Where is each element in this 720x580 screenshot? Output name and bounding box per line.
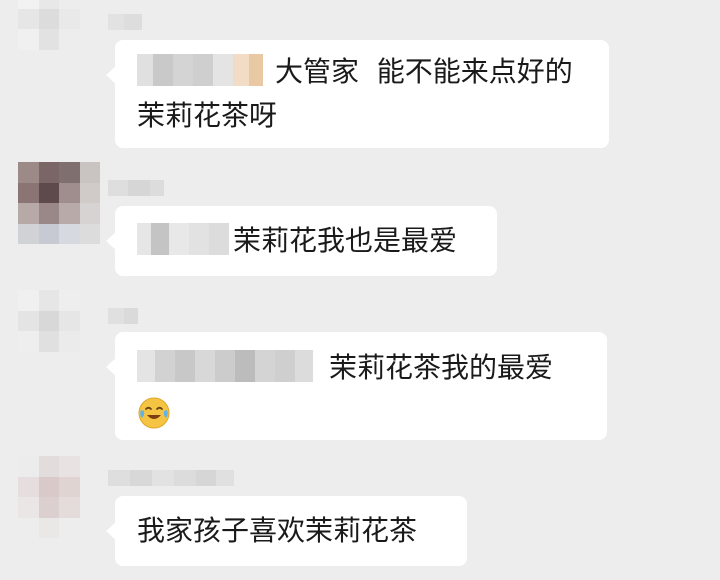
message-bubble[interactable]: 大管家 能不能来点好的 茉莉花茶呀: [106, 40, 609, 148]
message-bubble[interactable]: 茉莉花茶我的最爱: [106, 332, 607, 440]
sender-name: [108, 14, 142, 30]
message-text: 我家孩子喜欢茉莉花茶: [137, 514, 418, 547]
chat-window: 大管家 能不能来点好的 茉莉花茶呀 茉莉花我也是最爱 茉莉花茶我的最爱 我家孩子…: [0, 0, 720, 580]
avatar[interactable]: [18, 162, 100, 244]
message-bubble[interactable]: 茉莉花我也是最爱: [106, 206, 497, 276]
mention-tag[interactable]: [137, 54, 263, 86]
laughing-crying-emoji-icon: [138, 397, 170, 429]
sender-name: [108, 308, 138, 324]
message-bubble[interactable]: 我家孩子喜欢茉莉花茶: [106, 496, 467, 566]
message-text: 茉莉花我也是最爱: [233, 224, 458, 257]
avatar[interactable]: [18, 456, 100, 538]
message-text: 茉莉花茶我的最爱: [329, 351, 554, 384]
avatar[interactable]: [18, 0, 100, 70]
sender-name: [108, 470, 234, 486]
mention-tag[interactable]: [137, 223, 229, 255]
message-text-line2: 茉莉花茶呀: [137, 99, 278, 132]
sender-name: [108, 180, 164, 196]
mention-tag[interactable]: [137, 350, 313, 382]
avatar[interactable]: [18, 290, 100, 372]
message-text: 大管家 能不能来点好的: [275, 55, 573, 88]
